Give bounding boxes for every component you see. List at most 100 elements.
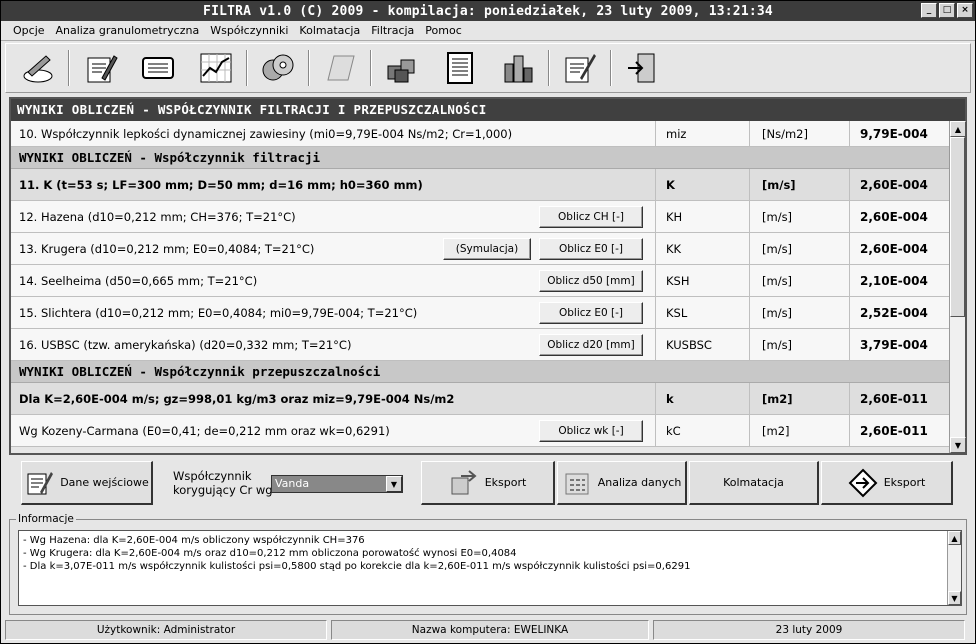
- row-value: 2,60E-004: [849, 201, 949, 232]
- results-header: WYNIKI OBLICZEŃ - WSPÓŁCZYNNIK FILTRACJI…: [11, 99, 965, 121]
- report-icon[interactable]: [436, 46, 484, 90]
- result-row: Dla K=2,60E-004 m/s; gz=998,01 kg/m3 ora…: [11, 383, 949, 415]
- row-symbol: kC: [655, 415, 749, 446]
- correction-select[interactable]: Vanda ▼: [271, 475, 403, 493]
- row-value: 2,60E-004: [849, 169, 949, 200]
- row-symbol: K: [655, 169, 749, 200]
- section-title: WYNIKI OBLICZEŃ - Współczynnik filtracji: [19, 150, 321, 165]
- scroll-up-icon[interactable]: ▲: [950, 121, 966, 137]
- menu-filtracja[interactable]: Filtracja: [371, 24, 414, 37]
- section-header: WYNIKI OBLICZEŃ - Współczynnik przepuszc…: [11, 361, 949, 383]
- action-bar: Dane wejściowe Współczynnik korygujący C…: [9, 459, 967, 507]
- sign-icon[interactable]: [556, 46, 604, 90]
- buildings-chart-icon[interactable]: [494, 46, 542, 90]
- document-edit-icon[interactable]: [76, 46, 124, 90]
- row-value: 9,79E-004: [849, 121, 949, 146]
- cubes-icon[interactable]: [378, 46, 426, 90]
- result-row: 13. Krugera (d10=0,212 mm; E0=0,4084; T=…: [11, 233, 949, 265]
- scroll-down-icon[interactable]: ▼: [948, 591, 961, 605]
- row-unit: [m/s]: [749, 233, 849, 264]
- result-row: 11. K (t=53 s; LF=300 mm; D=50 mm; d=16 …: [11, 169, 949, 201]
- title-bar: FILTRA v1.0 (C) 2009 - kompilacja: ponie…: [1, 1, 975, 21]
- info-group: Informacje - Wg Hazena: dla K=2,60E-004 …: [9, 513, 967, 615]
- info-line: - Dla k=3,07E-011 m/s współczynnik kulis…: [23, 561, 691, 572]
- row-desc: Wg Kozeny-Carmana (E0=0,41; de=0,212 mm …: [19, 423, 390, 438]
- result-row: 14. Seelheima (d50=0,665 mm; T=21°C) Obl…: [11, 265, 949, 297]
- correction-label-line1: Współczynnik: [173, 469, 252, 483]
- row-symbol: KSH: [655, 265, 749, 296]
- export-icon: [451, 469, 477, 494]
- chart-icon[interactable]: [192, 46, 240, 90]
- chevron-down-icon[interactable]: ▼: [386, 476, 402, 492]
- export-button-1[interactable]: Eksport: [421, 461, 555, 505]
- input-data-label: Dane wejściowe: [60, 476, 149, 489]
- simulation-button[interactable]: (Symulacja): [443, 238, 531, 260]
- result-row: 15. Slichtera (d10=0,212 mm; E0=0,4084; …: [11, 297, 949, 329]
- row-desc: Dla K=2,60E-004 m/s; gz=998,01 kg/m3 ora…: [19, 391, 455, 406]
- close-button[interactable]: ×: [957, 3, 973, 18]
- result-row: Wg Kozeny-Carmana (E0=0,41; de=0,212 mm …: [11, 415, 949, 447]
- kolmatacja-button[interactable]: Kolmatacja: [689, 461, 819, 505]
- calc-d20-button[interactable]: Oblicz d20 [mm]: [539, 334, 643, 356]
- input-data-button[interactable]: Dane wejściowe: [21, 461, 153, 505]
- scroll-down-icon[interactable]: ▼: [950, 437, 966, 453]
- row-desc: 16. USBSC (tzw. amerykańska) (d20=0,332 …: [19, 337, 352, 352]
- row-unit: [m2]: [749, 415, 849, 446]
- edit-icon[interactable]: [14, 46, 62, 90]
- calc-ch-button[interactable]: Oblicz CH [-]: [539, 206, 643, 228]
- section-title: WYNIKI OBLICZEŃ - Współczynnik przepuszc…: [19, 364, 381, 379]
- calc-wk-button[interactable]: Oblicz wk [-]: [539, 420, 643, 442]
- export-label-2: Eksport: [883, 476, 926, 489]
- correction-value: Vanda: [275, 477, 310, 490]
- scroll-thumb[interactable]: [950, 137, 965, 317]
- window-title: FILTRA v1.0 (C) 2009 - kompilacja: ponie…: [203, 3, 773, 19]
- row-desc: 11. K (t=53 s; LF=300 mm; D=50 mm; d=16 …: [19, 177, 423, 192]
- menu-wspolczynniki[interactable]: Współczynniki: [210, 24, 288, 37]
- note-icon[interactable]: [316, 46, 364, 90]
- export-button-2[interactable]: Eksport: [821, 461, 953, 505]
- row-symbol: k: [655, 383, 749, 414]
- minimize-button[interactable]: _: [921, 3, 937, 18]
- info-legend: Informacje: [16, 513, 76, 525]
- row-unit: [m/s]: [749, 265, 849, 296]
- correction-label: Współczynnik korygujący Cr wg: [173, 469, 273, 497]
- row-desc: 12. Hazena (d10=0,212 mm; CH=376; T=21°C…: [19, 209, 296, 224]
- menu-opcje[interactable]: Opcje: [13, 24, 45, 37]
- row-value: 2,52E-004: [849, 297, 949, 328]
- calc-e0-button[interactable]: Oblicz E0 [-]: [539, 238, 643, 260]
- list-icon[interactable]: [134, 46, 182, 90]
- menu-analiza[interactable]: Analiza granulometryczna: [56, 24, 200, 37]
- row-value: 2,60E-011: [849, 383, 949, 414]
- row-symbol: KUSBSC: [655, 329, 749, 360]
- maximize-button[interactable]: □: [939, 3, 955, 18]
- result-row: 10. Współczynnik lepkości dynamicznej za…: [11, 121, 949, 147]
- row-unit: [Ns/m2]: [749, 121, 849, 146]
- info-line: - Wg Hazena: dla K=2,60E-004 m/s obliczo…: [23, 535, 365, 546]
- row-symbol: KH: [655, 201, 749, 232]
- row-unit: [m2]: [749, 383, 849, 414]
- correction-label-line2: korygujący Cr wg: [173, 483, 273, 497]
- result-row: 16. USBSC (tzw. amerykańska) (d20=0,332 …: [11, 329, 949, 361]
- info-textarea[interactable]: - Wg Hazena: dla K=2,60E-004 m/s obliczo…: [18, 530, 962, 606]
- menu-bar: Opcje Analiza granulometryczna Współczyn…: [1, 21, 975, 41]
- row-desc: 13. Krugera (d10=0,212 mm; E0=0,4084; T=…: [19, 241, 315, 256]
- row-symbol: miz: [655, 121, 749, 146]
- scroll-up-icon[interactable]: ▲: [948, 531, 961, 545]
- exit-icon[interactable]: [618, 46, 666, 90]
- row-desc: 15. Slichtera (d10=0,212 mm; E0=0,4084; …: [19, 305, 418, 320]
- calc-d50-button[interactable]: Oblicz d50 [mm]: [539, 270, 643, 292]
- row-unit: [m/s]: [749, 329, 849, 360]
- results-rows: 10. Współczynnik lepkości dynamicznej za…: [11, 121, 949, 453]
- row-symbol: KSL: [655, 297, 749, 328]
- calc-e0-button-2[interactable]: Oblicz E0 [-]: [539, 302, 643, 324]
- results-scrollbar[interactable]: ▲ ▼: [949, 121, 966, 453]
- discs-icon[interactable]: [254, 46, 302, 90]
- main-window: FILTRA v1.0 (C) 2009 - kompilacja: ponie…: [0, 0, 976, 644]
- analysis-button[interactable]: Analiza danych: [557, 461, 687, 505]
- info-scrollbar[interactable]: ▲ ▼: [947, 531, 961, 605]
- section-header: WYNIKI OBLICZEŃ - Współczynnik filtracji: [11, 147, 949, 169]
- status-user: Użytkownik: Administrator: [5, 620, 327, 640]
- row-unit: [m/s]: [749, 297, 849, 328]
- menu-kolmatacja[interactable]: Kolmatacja: [299, 24, 360, 37]
- menu-pomoc[interactable]: Pomoc: [425, 24, 461, 37]
